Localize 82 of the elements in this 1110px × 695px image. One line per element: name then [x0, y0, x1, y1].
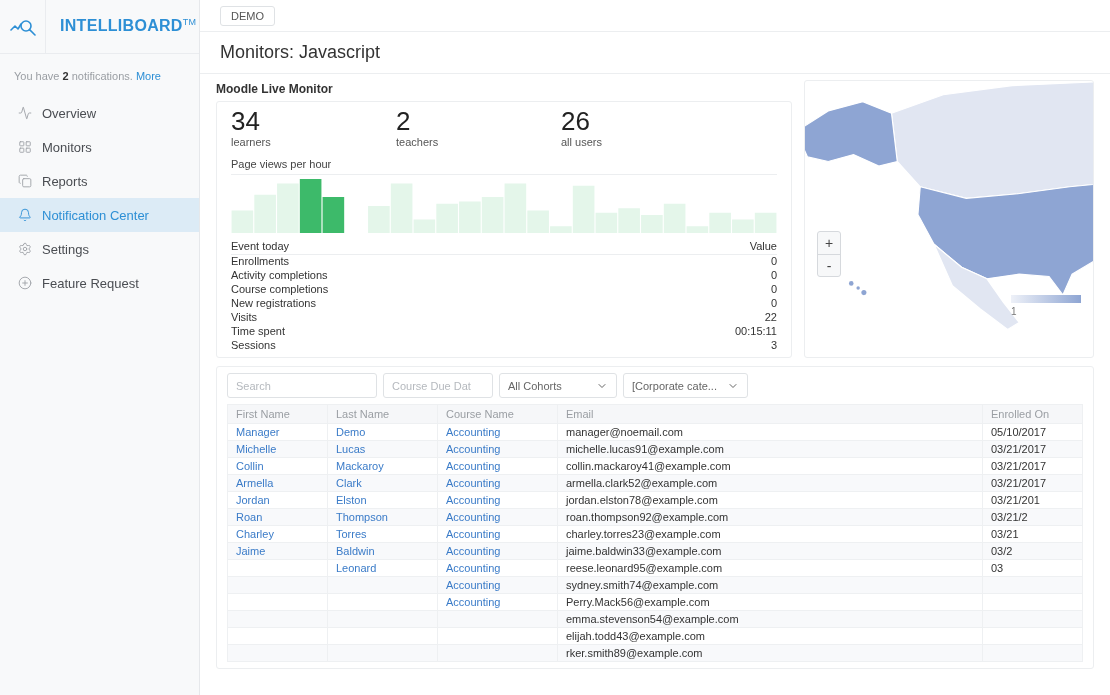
- event-value: 0: [769, 268, 777, 282]
- stat-label: learners: [231, 136, 271, 148]
- event-name: New registrations: [231, 296, 317, 310]
- date-field[interactable]: Course Due Dat: [383, 373, 493, 398]
- email-cell: reese.leonard95@example.com: [557, 559, 983, 577]
- date-cell: 03/21/2017: [982, 457, 1083, 475]
- bell-icon: [18, 208, 32, 222]
- column-header: Value: [612, 238, 777, 254]
- date-cell: 03/21/2017: [982, 440, 1083, 458]
- date-cell: 03/21/2: [982, 508, 1083, 526]
- email-cell: manager@noemail.com: [557, 423, 983, 441]
- sidebar-item[interactable]: Reports: [0, 164, 199, 198]
- column-header: First Name: [227, 404, 328, 424]
- email-cell: Perry.Mack56@example.com: [557, 593, 983, 611]
- legend-label: 1: [1011, 306, 1017, 317]
- dropdown-select[interactable]: All Cohorts: [499, 373, 617, 398]
- date-cell: 05/10/2017: [982, 423, 1083, 441]
- dropdown-select[interactable]: [Corporate cate...: [623, 373, 748, 398]
- zoom-out-button[interactable]: -: [818, 254, 840, 276]
- email-cell: emma.stevenson54@example.com: [557, 610, 983, 628]
- settings-icon: [18, 242, 32, 256]
- page-title: Monitors: Javascript: [220, 42, 381, 63]
- column-header: Event today: [231, 238, 613, 254]
- event-value: 0: [769, 296, 777, 310]
- event-value: 0: [769, 282, 777, 296]
- email-cell: elijah.todd43@example.com: [557, 627, 983, 645]
- chart-title: Page views per hour: [231, 158, 332, 170]
- plus-circle-icon: [18, 276, 32, 290]
- color-scale-bar: [1011, 295, 1081, 303]
- sidebar-item[interactable]: Notification Center: [0, 198, 199, 232]
- date-cell: 03/21/2017: [982, 474, 1083, 492]
- pulse-icon: [18, 106, 32, 120]
- date-cell: 03/21: [982, 525, 1083, 543]
- email-cell: sydney.smith74@example.com: [557, 576, 983, 594]
- name-link[interactable]: Roan: [236, 510, 263, 523]
- date-cell: 03: [982, 559, 1083, 577]
- event-name: Sessions: [231, 338, 277, 352]
- zoom-in-button[interactable]: +: [818, 232, 840, 254]
- event-value: 22: [763, 310, 777, 324]
- date-cell: 03/21/201: [982, 491, 1083, 509]
- column-header: Enrolled On: [982, 404, 1083, 424]
- grid-icon: [18, 140, 32, 154]
- column-header: Email: [557, 404, 983, 424]
- email-cell: collin.mackaroy41@example.com: [557, 457, 983, 475]
- more-link[interactable]: More: [135, 70, 161, 82]
- name-link[interactable]: Demo: [336, 425, 366, 438]
- stat-value: 26: [561, 107, 590, 135]
- email-cell: michelle.lucas91@example.com: [557, 440, 983, 458]
- column-header: Last Name: [327, 404, 438, 424]
- date-cell: 03/2: [982, 542, 1083, 560]
- email-cell: armella.clark52@example.com: [557, 474, 983, 492]
- demo-button[interactable]: DEMO: [220, 5, 275, 26]
- event-value: 00:15:11: [734, 324, 777, 338]
- email-cell: roan.thompson92@example.com: [557, 508, 983, 526]
- sidebar-item[interactable]: Settings: [0, 232, 199, 266]
- stacked-squares-icon: [18, 174, 32, 188]
- email-cell: jaime.baldwin33@example.com: [557, 542, 983, 560]
- email-cell: jordan.elston78@example.com: [557, 491, 983, 509]
- name-link[interactable]: Clark: [336, 476, 362, 489]
- logo-icon: [9, 17, 36, 36]
- logo-text: INTELLIBOARD$^{TM}$: [60, 17, 197, 36]
- email-cell: charley.torres23@example.com: [557, 525, 983, 543]
- stat-value: 34: [231, 107, 260, 135]
- stat-label: all users: [561, 136, 602, 148]
- sidebar-item[interactable]: Monitors: [0, 130, 199, 164]
- event-name: Time spent: [231, 324, 286, 338]
- stat-value: 2: [396, 107, 411, 135]
- event-name: Course completions: [231, 282, 330, 296]
- event-name: Enrollments: [231, 254, 613, 268]
- event-name: Visits: [231, 310, 259, 324]
- event-value: 3: [769, 338, 777, 352]
- sidebar-item[interactable]: Overview: [0, 96, 199, 130]
- sidebar-item[interactable]: Feature Request: [0, 266, 199, 300]
- stat-label: teachers: [396, 136, 439, 148]
- name-link[interactable]: Lucas: [336, 442, 366, 455]
- column-header: Course Name: [437, 404, 558, 424]
- email-cell: rker.smith89@example.com: [557, 644, 983, 662]
- event-value: 0: [612, 254, 777, 268]
- event-name: Activity completions: [231, 268, 329, 282]
- section-title: Moodle Live Monitor: [216, 82, 333, 96]
- search-field[interactable]: Search: [227, 373, 377, 398]
- notification-text: You have 2 notifications. More: [13, 69, 162, 84]
